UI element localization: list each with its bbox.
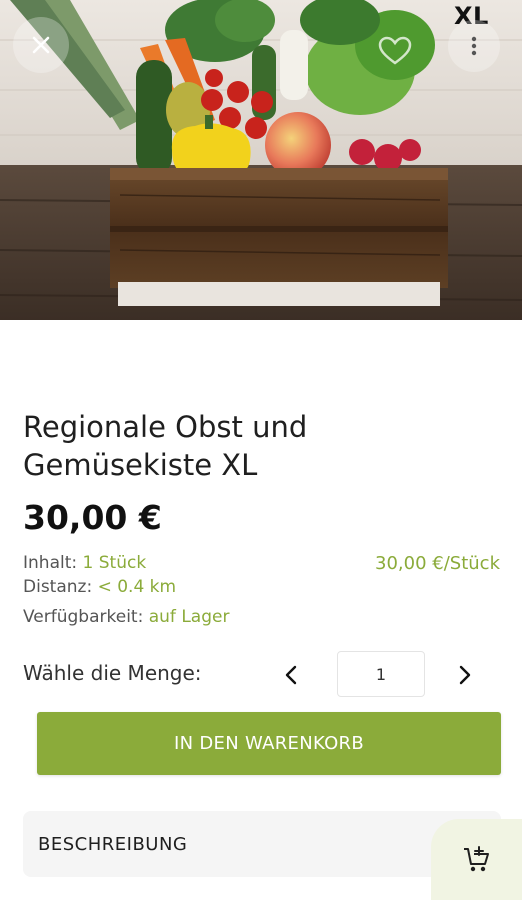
more-vertical-icon	[471, 36, 477, 56]
add-to-cart-button[interactable]: IN DEN WARENKORB	[37, 712, 501, 775]
heart-icon	[378, 36, 412, 65]
distance-value: < 0.4 km	[97, 577, 177, 597]
floating-cart-button[interactable]	[431, 819, 522, 900]
content-label: Inhalt:	[23, 553, 78, 573]
content-value: 1 Stück	[82, 553, 147, 573]
close-button[interactable]	[13, 17, 69, 73]
unit-price: 30,00 €/Stück	[375, 553, 500, 574]
quantity-increase-button[interactable]	[450, 658, 480, 692]
product-price: 30,00 €	[23, 498, 162, 537]
more-options-button[interactable]	[448, 20, 500, 72]
vegetable-crate-photo	[0, 0, 522, 320]
product-image: XL	[0, 0, 522, 320]
distance-label: Distanz:	[23, 577, 93, 597]
availability-row: Verfügbarkeit: auf Lager	[23, 607, 229, 627]
favorite-button[interactable]	[378, 36, 412, 66]
content-row: Inhalt: 1 Stück	[23, 553, 146, 573]
close-icon	[32, 36, 50, 54]
distance-row: Distanz: < 0.4 km	[23, 577, 176, 597]
quantity-decrease-button[interactable]	[276, 658, 306, 692]
availability-label: Verfügbarkeit:	[23, 607, 144, 627]
chevron-right-icon	[459, 665, 471, 685]
product-title: Regionale Obst und Gemüsekiste XL	[23, 410, 308, 482]
description-label: BESCHREIBUNG	[38, 833, 188, 855]
quantity-label: Wähle die Menge:	[23, 661, 202, 685]
availability-value: auf Lager	[148, 607, 230, 627]
quantity-input[interactable]	[337, 651, 425, 697]
add-to-cart-icon	[463, 845, 489, 871]
description-section[interactable]: BESCHREIBUNG	[23, 811, 501, 877]
chevron-left-icon	[285, 665, 297, 685]
